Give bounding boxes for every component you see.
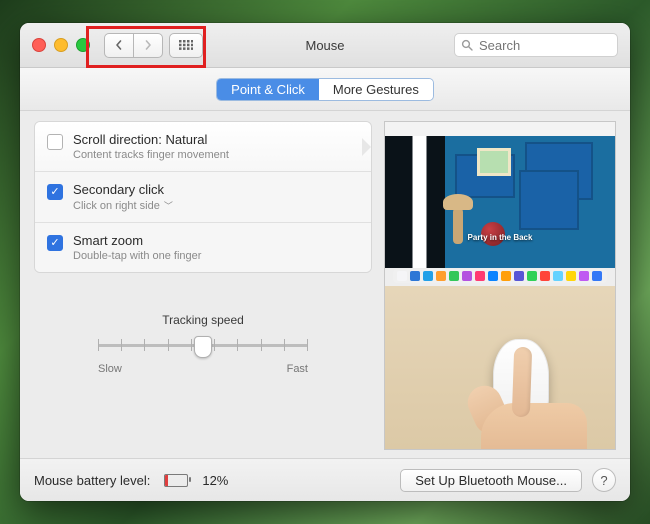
option-title: Smart zoom xyxy=(73,233,201,248)
search-icon xyxy=(461,39,473,51)
forward-button[interactable] xyxy=(133,33,163,58)
option-subtitle: Content tracks finger movement xyxy=(73,149,229,161)
tracking-speed: Tracking speed Slow Fast xyxy=(98,313,308,375)
option-subtitle[interactable]: Click on right side ﹀ xyxy=(73,199,173,212)
battery-label: Mouse battery level: xyxy=(34,473,150,488)
options-column: Scroll direction: Natural Content tracks… xyxy=(34,121,372,450)
search-input[interactable] xyxy=(477,37,611,54)
tab-point-and-click[interactable]: Point & Click xyxy=(217,79,319,100)
search-field[interactable] xyxy=(454,33,618,57)
option-secondary-click[interactable]: Secondary click Click on right side ﹀ xyxy=(35,172,371,223)
grid-icon xyxy=(179,40,193,50)
slider-max-label: Fast xyxy=(287,363,308,375)
checkbox-scroll-direction[interactable] xyxy=(47,134,63,150)
option-title: Scroll direction: Natural xyxy=(73,132,229,147)
chevron-down-icon: ﹀ xyxy=(164,199,173,212)
preferences-window: Mouse Point & Click More Gestures Scroll… xyxy=(20,23,630,501)
tab-more-gestures[interactable]: More Gestures xyxy=(319,79,433,100)
tracking-slider[interactable] xyxy=(98,333,308,359)
setup-bluetooth-button[interactable]: Set Up Bluetooth Mouse... xyxy=(400,469,582,492)
checkbox-smart-zoom[interactable] xyxy=(47,235,63,251)
close-window-button[interactable] xyxy=(32,38,46,52)
show-all-button[interactable] xyxy=(169,33,203,58)
battery-icon xyxy=(164,474,188,487)
chevron-right-icon xyxy=(143,40,153,50)
footer: Mouse battery level: 12% Set Up Bluetoot… xyxy=(20,458,630,501)
slider-knob[interactable] xyxy=(194,336,212,358)
help-button[interactable]: ? xyxy=(592,468,616,492)
checkbox-secondary-click[interactable] xyxy=(47,184,63,200)
tracking-label: Tracking speed xyxy=(98,313,308,327)
option-smart-zoom[interactable]: Smart zoom Double-tap with one finger xyxy=(35,223,371,272)
preview-caption: Party in the Back xyxy=(385,233,615,242)
titlebar: Mouse xyxy=(20,23,630,68)
battery-percent: 12% xyxy=(202,473,228,488)
slider-min-label: Slow xyxy=(98,363,122,375)
option-scroll-direction[interactable]: Scroll direction: Natural Content tracks… xyxy=(35,122,371,172)
option-title: Secondary click xyxy=(73,182,173,197)
preview-dock xyxy=(393,269,607,283)
preview-desktop: Party in the Back xyxy=(385,122,615,286)
zoom-window-button[interactable] xyxy=(76,38,90,52)
content-area: Scroll direction: Natural Content tracks… xyxy=(20,111,630,458)
traffic-lights xyxy=(32,38,90,52)
back-button[interactable] xyxy=(104,33,133,58)
option-subtitle: Double-tap with one finger xyxy=(73,250,201,262)
chevron-left-icon xyxy=(114,40,124,50)
preview-mouse xyxy=(385,286,615,450)
tab-bar: Point & Click More Gestures xyxy=(20,68,630,111)
minimize-window-button[interactable] xyxy=(54,38,68,52)
preview-column: Party in the Back xyxy=(384,121,616,450)
option-list: Scroll direction: Natural Content tracks… xyxy=(34,121,372,273)
